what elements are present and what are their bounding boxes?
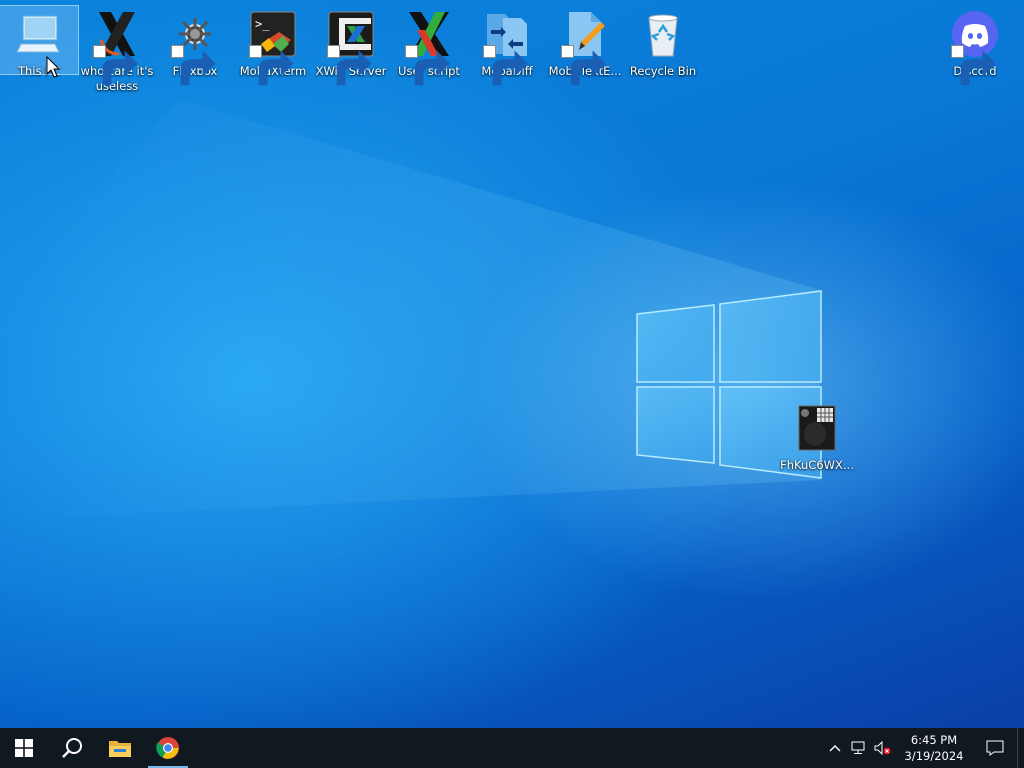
network-button[interactable] [847,728,871,768]
chevron-up-icon [829,745,841,752]
desktop-icon-user-script[interactable]: User script [390,6,468,86]
shortcut-arrow-icon [171,45,216,86]
mobadiff-icon [483,10,531,86]
shortcut-arrow-icon [405,45,450,86]
show-hidden-icons-button[interactable] [823,728,847,768]
image-file-icon [797,404,837,452]
desktop-icon-who-care[interactable]: who care it's useless [78,6,156,94]
windows-logo-wallpaper [0,100,822,520]
clock[interactable]: 6:45 PM 3/19/2024 [895,728,973,768]
shortcut-arrow-icon [951,45,996,86]
shortcut-arrow-icon [93,45,138,86]
volume-button[interactable] [871,728,895,768]
shortcut-arrow-icon [483,45,528,86]
desktop-icon-discord[interactable]: Discord [936,6,1014,86]
discord-icon [951,10,999,86]
desktop-icon-recycle-bin[interactable]: Recycle Bin [624,6,702,79]
svg-text:>_: >_ [255,17,270,31]
clock-date: 3/19/2024 [904,749,964,763]
mobatexteditor-icon [561,10,609,86]
desktop-icon-mobadiff[interactable]: MobaDiff [468,6,546,86]
desktop-icon-mobatexteditor[interactable]: MobaTextE... [546,6,624,86]
search-button[interactable] [48,728,96,768]
desktop-icon-label: FhKuC6WX... [780,458,854,472]
xwin-server-icon [327,10,375,86]
desktop-icon-label: Recycle Bin [629,64,697,78]
taskbar: 6:45 PM 3/19/2024 [0,728,1024,768]
shortcut-arrow-icon [249,45,294,86]
desktop-icon-label: This PC [17,64,61,78]
mouse-pointer-icon [46,56,60,78]
x-server-icon [93,10,141,86]
search-icon [62,738,82,758]
volume-muted-icon [874,741,891,755]
desktop-icon-xwin-server[interactable]: XWin Server [312,6,390,86]
taskbar-file-explorer[interactable] [96,728,144,768]
desktop[interactable]: This PC who care it's useless Fluxbox >_… [0,0,1024,728]
system-tray: 6:45 PM 3/19/2024 [823,728,1024,768]
action-center-button[interactable] [973,728,1017,768]
x-script-icon [405,10,453,86]
taskbar-chrome[interactable] [144,728,192,768]
windows-start-icon [15,739,33,757]
notification-icon [986,740,1004,756]
desktop-icon-image-file[interactable]: FhKuC6WX... [778,400,856,473]
show-desktop-button[interactable] [1017,728,1024,768]
fluxbox-icon [171,10,219,86]
desktop-icon-fluxbox[interactable]: Fluxbox [156,6,234,86]
clock-time: 6:45 PM [910,733,958,747]
folder-icon [109,741,131,757]
network-icon [851,741,865,754]
recycle-bin-icon [639,10,687,58]
chrome-icon [156,737,179,759]
shortcut-arrow-icon [327,45,372,86]
shortcut-arrow-icon [561,45,606,86]
desktop-icon-mobaxterm[interactable]: >_ MobaXterm [234,6,312,86]
mobaxterm-icon: >_ [249,10,297,86]
desktop-icon-this-pc[interactable]: This PC [0,5,79,78]
this-pc-icon [15,10,63,58]
start-button[interactable] [0,728,48,768]
